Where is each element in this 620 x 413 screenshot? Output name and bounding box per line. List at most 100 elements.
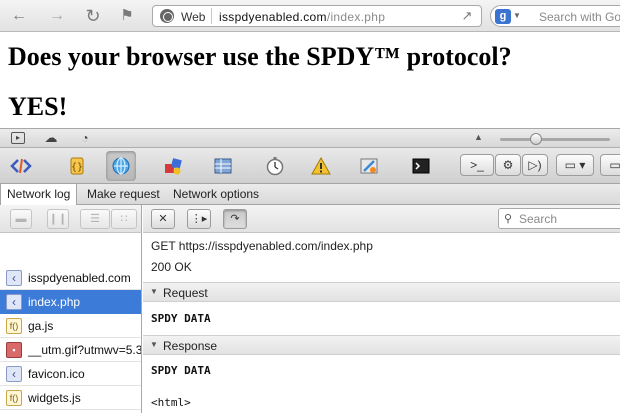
section-title: Request xyxy=(163,286,208,300)
address-bar[interactable]: Web isspdyenabled.com/index.php ↗ xyxy=(152,5,482,27)
tab-network-log[interactable]: Network log xyxy=(0,184,78,206)
file-name: isspdyenabled.com xyxy=(28,271,131,285)
network-icon xyxy=(112,157,130,175)
tab-network-options[interactable]: Network options xyxy=(167,184,265,205)
utilities-panel-button[interactable] xyxy=(354,151,384,181)
dock-icon[interactable]: ▸ xyxy=(11,132,25,144)
resources-icon xyxy=(165,158,182,175)
close-icon: ✕ xyxy=(158,213,168,225)
request-line: GET https://isspdyenabled.com/index.php xyxy=(151,239,373,253)
html-file-icon: ‹ xyxy=(6,366,22,382)
trash-icon: ▬ xyxy=(15,213,27,225)
url-scheme-label: Web xyxy=(181,10,206,24)
gauge-icon[interactable]: ◔ xyxy=(78,132,92,144)
response-section-header[interactable]: ▼ Response xyxy=(143,335,620,355)
cloud-icon[interactable]: ☁ xyxy=(44,131,58,144)
caret-up-icon[interactable]: ▲ xyxy=(474,132,483,142)
share-icon[interactable]: ↗ xyxy=(459,9,475,23)
command-line-icon: >_ xyxy=(470,158,484,172)
file-name: widgets.js xyxy=(28,391,81,405)
wrap-icon: ↷ xyxy=(230,213,240,225)
search-icon: ⚲ xyxy=(504,213,513,225)
zoom-slider-handle[interactable] xyxy=(530,133,542,145)
image-file-icon: ▪ xyxy=(6,342,22,358)
errors-panel-button[interactable] xyxy=(306,151,336,181)
close-detail-button[interactable]: ✕ xyxy=(151,209,175,229)
globe-icon xyxy=(160,9,174,23)
detach-button[interactable]: ▭ xyxy=(600,154,620,176)
panel-selector-bar: {} >_ ⚙ ▷) ▭ ▾ ▭ xyxy=(0,148,620,184)
request-section-header[interactable]: ▼ Request xyxy=(143,282,620,302)
file-name: ga.js xyxy=(28,319,54,333)
script-file-icon: f() xyxy=(6,390,22,406)
reload-icon[interactable]: ↻ xyxy=(82,6,104,26)
clear-log-button[interactable]: ▬ xyxy=(10,209,32,229)
gear-icon: ⚙ xyxy=(502,158,514,172)
search-field[interactable]: g ▼ Search with Google xyxy=(490,5,620,27)
page-answer: YES! xyxy=(8,92,68,121)
url-path: /index.php xyxy=(326,10,386,24)
network-panel-button[interactable] xyxy=(106,151,136,181)
status-line: 200 OK xyxy=(151,260,192,274)
list-view-button[interactable]: ☰ xyxy=(80,209,110,229)
url-host: isspdyenabled.com xyxy=(219,10,327,24)
forward-arrow-icon[interactable]: → xyxy=(46,6,68,26)
back-arrow-icon[interactable]: ← xyxy=(8,6,30,26)
speech-icon: ▷) xyxy=(528,158,542,172)
script-file-icon: f() xyxy=(6,318,22,334)
storage-icon xyxy=(214,158,232,174)
file-name: index.php xyxy=(28,295,81,309)
profiler-panel-button[interactable] xyxy=(260,151,290,181)
file-name: __utm.gif?utmwv=5.3 xyxy=(28,343,142,357)
request-detail: GET https://isspdyenabled.com/index.php … xyxy=(143,233,620,413)
wrap-toggle-button[interactable]: ↷ xyxy=(223,209,247,229)
url-divider xyxy=(211,8,212,24)
response-body: SPDY DATA xyxy=(151,364,211,377)
storage-panel-button[interactable] xyxy=(208,151,238,181)
console-panel-button[interactable] xyxy=(406,151,436,181)
request-list: ‹ isspdyenabled.com ‹ index.php f() ga.j… xyxy=(0,233,142,413)
list-item[interactable]: ‹ favicon.ico xyxy=(0,362,141,386)
scripts-panel-button[interactable]: {} xyxy=(62,151,92,181)
resources-panel-button[interactable] xyxy=(158,151,188,181)
inspector-dock-strip: ▸ ☁ ◔ ▲ xyxy=(0,128,620,148)
grid-view-button[interactable]: ∷ xyxy=(111,209,137,229)
settings-button[interactable]: ⚙ xyxy=(495,154,521,176)
pause-button[interactable]: ❙❙ xyxy=(47,209,69,229)
request-list-toolbar: ▬ ❙❙ ☰ ∷ xyxy=(0,205,142,233)
search-input[interactable]: ⚲ Search xyxy=(498,208,620,229)
search-placeholder: Search xyxy=(519,212,558,226)
key-icon[interactable]: ⚑ xyxy=(116,6,138,26)
search-placeholder: Search with Google xyxy=(539,10,620,24)
dom-panel-button[interactable] xyxy=(6,151,36,181)
inspector-tabs: Network log Make request Network options xyxy=(0,184,620,206)
html-file-icon: ‹ xyxy=(6,294,22,310)
html-file-icon: ‹ xyxy=(6,270,22,286)
chevron-down-icon: ▼ xyxy=(513,11,521,20)
list-item[interactable]: ‹ isspdyenabled.com xyxy=(0,266,141,290)
list-item[interactable]: ‹ index.php xyxy=(0,290,141,314)
detach-icon: ▭ xyxy=(609,158,620,172)
stopwatch-icon xyxy=(266,157,284,176)
list-item[interactable]: ▪ __utm.gif?utmwv=5.3 xyxy=(0,338,142,362)
zoom-slider[interactable] xyxy=(500,138,610,141)
list-item[interactable]: f() ga.js xyxy=(0,314,141,338)
window-menu-button[interactable]: ▭ ▾ xyxy=(556,154,594,176)
utilities-icon xyxy=(360,158,378,174)
url-text[interactable]: isspdyenabled.com/index.php xyxy=(219,10,385,24)
google-icon[interactable]: g xyxy=(495,9,511,24)
pause-icon: ❙❙ xyxy=(48,213,68,225)
list-item[interactable]: f() widgets.js xyxy=(0,386,141,410)
svg-text:{}: {} xyxy=(71,162,83,173)
speech-button[interactable]: ▷) xyxy=(522,154,548,176)
section-title: Response xyxy=(163,339,218,353)
tab-make-request[interactable]: Make request xyxy=(81,184,166,205)
dom-icon xyxy=(10,158,32,174)
disclosure-triangle-icon: ▼ xyxy=(150,340,158,349)
expand-button[interactable]: ⋮▸ xyxy=(187,209,211,229)
request-body: SPDY DATA xyxy=(151,312,211,325)
warning-icon xyxy=(311,156,331,175)
command-line-button[interactable]: >_ xyxy=(460,154,494,176)
terminal-icon xyxy=(412,158,430,174)
script-icon: {} xyxy=(70,157,84,175)
